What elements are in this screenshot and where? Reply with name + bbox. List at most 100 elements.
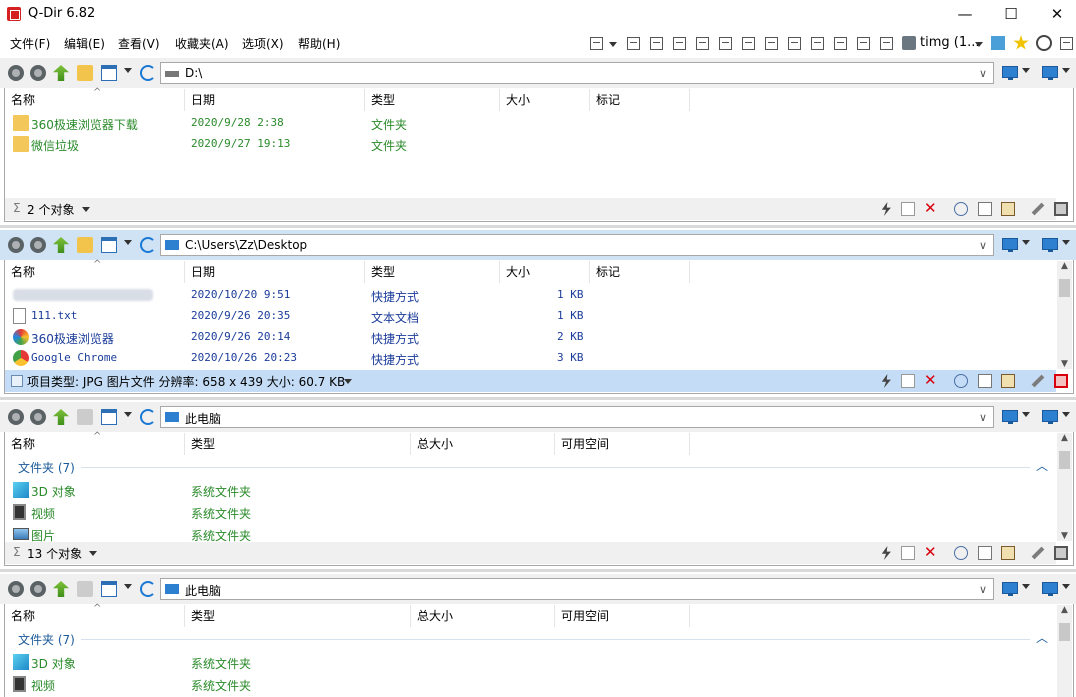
delete-icon[interactable]: ✕: [924, 371, 938, 389]
layout-2-icon[interactable]: [627, 37, 640, 50]
close-button[interactable]: ✕: [1034, 0, 1076, 30]
view-mode-icon[interactable]: [101, 409, 117, 425]
monitor-dropdown-icon[interactable]: [1062, 240, 1070, 245]
menu-help[interactable]: 帮助(H): [298, 35, 340, 52]
copy-icon[interactable]: [978, 546, 992, 560]
monitor-icon[interactable]: [1042, 238, 1058, 252]
back-icon[interactable]: [8, 237, 24, 253]
col-type[interactable]: 类型: [185, 605, 411, 627]
layout-11-icon[interactable]: [834, 37, 847, 50]
up-folder-icon[interactable]: [53, 65, 69, 81]
refresh-icon[interactable]: [140, 409, 156, 425]
view-mode-icon[interactable]: [101, 581, 117, 597]
view-dropdown-icon[interactable]: [124, 240, 132, 245]
edit-icon[interactable]: [1031, 202, 1045, 216]
up-folder-icon[interactable]: [53, 409, 69, 425]
profile-dropdown-icon[interactable]: [975, 42, 983, 47]
monitor-icon[interactable]: [1042, 410, 1058, 424]
col-free-space[interactable]: 可用空间: [555, 433, 690, 455]
layout-12-icon[interactable]: [857, 37, 870, 50]
flash-icon[interactable]: [881, 546, 891, 560]
monitor-dropdown-icon[interactable]: [1062, 584, 1070, 589]
table-row[interactable]: 111.txt 2020/9/26 20:35 文本文档 1 KB: [5, 306, 1040, 327]
flash-icon[interactable]: [881, 374, 891, 388]
col-type[interactable]: 类型: [365, 89, 500, 111]
up-folder-icon[interactable]: [53, 237, 69, 253]
pane-splitter[interactable]: [0, 569, 1076, 572]
monitor-dropdown-icon[interactable]: [1062, 412, 1070, 417]
layout-9-icon[interactable]: [788, 37, 801, 50]
col-date[interactable]: 日期: [185, 261, 365, 283]
scroll-thumb[interactable]: [1059, 623, 1070, 641]
new-folder-icon[interactable]: [77, 65, 93, 81]
pane-splitter[interactable]: [0, 225, 1076, 228]
col-total-size[interactable]: 总大小: [411, 605, 555, 627]
scroll-down-icon[interactable]: ▼: [1057, 359, 1072, 369]
layout-13-icon[interactable]: [880, 37, 893, 50]
status-dropdown-icon[interactable]: [82, 207, 90, 212]
monitor-dropdown-icon[interactable]: [1062, 68, 1070, 73]
forward-icon[interactable]: [30, 237, 46, 253]
copy-icon[interactable]: [978, 202, 992, 216]
cut-icon[interactable]: [954, 374, 968, 388]
status-dropdown-icon[interactable]: [89, 551, 97, 556]
table-row[interactable]: 2020/10/20 9:51 快捷方式 1 KB: [5, 285, 1040, 306]
scroll-thumb[interactable]: [1059, 279, 1070, 297]
chevron-down-icon[interactable]: ∨: [979, 583, 987, 596]
col-type[interactable]: 类型: [185, 433, 411, 455]
layout-6-icon[interactable]: [719, 37, 732, 50]
pane1-address-bar[interactable]: D:\ ∨: [160, 62, 994, 84]
pane-maximize-icon[interactable]: [1054, 374, 1068, 388]
scroll-up-icon[interactable]: ▲: [1057, 605, 1072, 615]
status-dropdown-icon[interactable]: [344, 379, 352, 384]
maximize-button[interactable]: ☐: [988, 0, 1034, 30]
pane2-scrollbar[interactable]: ▲ ▼: [1057, 261, 1072, 369]
menu-favorites[interactable]: 收藏夹(A): [175, 35, 229, 52]
edit-icon[interactable]: [1031, 546, 1045, 560]
monitor-icon[interactable]: [1002, 66, 1018, 80]
col-name[interactable]: 名称: [5, 89, 185, 111]
scroll-thumb[interactable]: [1059, 451, 1070, 469]
monitor-icon[interactable]: [1002, 410, 1018, 424]
cut-icon[interactable]: [954, 202, 968, 216]
layout-3-icon[interactable]: [650, 37, 663, 50]
refresh-icon[interactable]: [140, 65, 156, 81]
scroll-up-icon[interactable]: ▲: [1057, 261, 1072, 271]
cut-icon[interactable]: [954, 546, 968, 560]
pane3-address-bar[interactable]: 此电脑 ∨: [160, 406, 994, 428]
layout-10-icon[interactable]: [811, 37, 824, 50]
monitor-dropdown-icon[interactable]: [1022, 584, 1030, 589]
menu-file[interactable]: 文件(F): [10, 35, 50, 52]
table-row[interactable]: Google Chrome 2020/10/26 20:23 快捷方式 3 KB: [5, 348, 1040, 369]
zoom-icon[interactable]: [1036, 35, 1052, 51]
view-dropdown-icon[interactable]: [124, 412, 132, 417]
profile-label[interactable]: timg (1...: [920, 35, 980, 50]
back-icon[interactable]: [8, 409, 24, 425]
scroll-up-icon[interactable]: ▲: [1057, 433, 1072, 443]
back-icon[interactable]: [8, 65, 24, 81]
monitor-icon[interactable]: [1002, 238, 1018, 252]
paste-icon[interactable]: [1001, 546, 1015, 560]
table-row[interactable]: 360极速浏览器 2020/9/26 20:14 快捷方式 2 KB: [5, 327, 1040, 348]
list-item[interactable]: 视频 系统文件夹: [5, 502, 1040, 523]
network-icon[interactable]: [991, 36, 1005, 50]
refresh-icon[interactable]: [140, 581, 156, 597]
chevron-down-icon[interactable]: ∨: [979, 67, 987, 80]
col-size[interactable]: 大小: [500, 89, 590, 111]
back-icon[interactable]: [8, 581, 24, 597]
view-mode-icon[interactable]: [101, 65, 117, 81]
edit-icon[interactable]: [1031, 374, 1045, 388]
layout-quad-icon[interactable]: [590, 37, 603, 50]
mail-icon[interactable]: [901, 202, 915, 216]
forward-icon[interactable]: [30, 409, 46, 425]
col-name[interactable]: 名称: [5, 261, 185, 283]
pane4-scrollbar[interactable]: ▲: [1057, 605, 1072, 697]
paste-icon[interactable]: [1001, 374, 1015, 388]
chevron-down-icon[interactable]: ∨: [979, 411, 987, 424]
delete-icon[interactable]: ✕: [924, 199, 938, 217]
minimize-button[interactable]: —: [942, 0, 988, 30]
up-folder-icon[interactable]: [53, 581, 69, 597]
list-item[interactable]: 3D 对象 系统文件夹: [5, 652, 1040, 673]
layout-dropdown-icon[interactable]: [609, 42, 617, 47]
refresh-icon[interactable]: [140, 237, 156, 253]
